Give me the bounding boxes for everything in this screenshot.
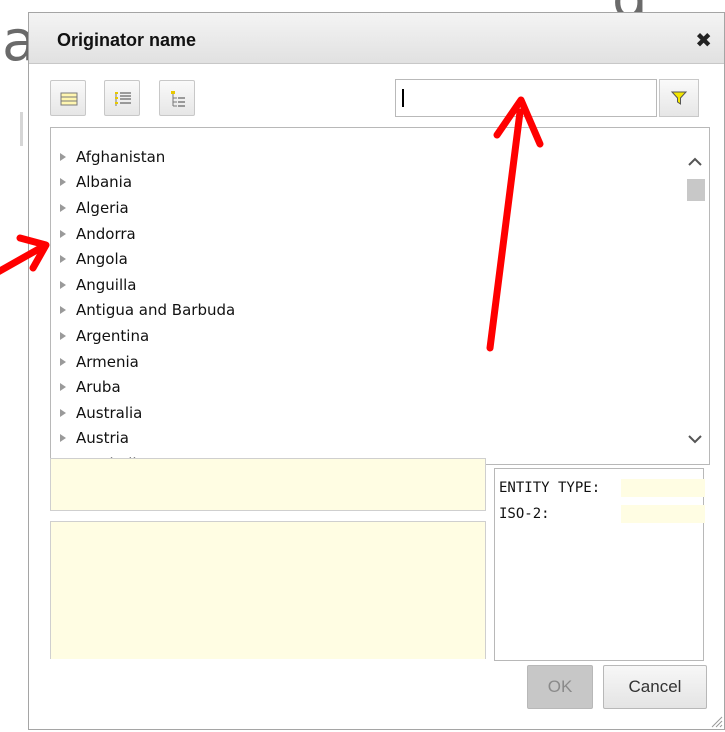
expand-arrow-icon[interactable] [60,434,66,443]
expand-arrow-icon[interactable] [60,383,66,392]
search-field[interactable] [395,79,657,117]
expand-arrow-icon[interactable] [60,152,66,161]
entity-type-label: ENTITY TYPE: [499,480,601,496]
expand-list-icon [115,92,131,106]
iso2-label: ISO-2: [499,506,550,522]
tree-view-button[interactable] [159,80,195,116]
dialog-title: Originator name [57,30,197,50]
expand-arrow-icon[interactable] [60,178,66,187]
expand-arrow-icon[interactable] [60,203,66,212]
iso2-row: ISO-2: [499,505,550,523]
tree-item[interactable]: Anguilla [51,272,137,298]
filter-icon [671,91,687,105]
entity-type-row: ENTITY TYPE: [499,479,600,497]
tree-item[interactable]: Antigua and Barbuda [51,298,235,324]
entity-type-value [621,479,705,497]
tree-item-label: Albania [76,173,133,192]
collapse-all-button[interactable] [50,80,86,116]
expand-arrow-icon[interactable] [60,331,66,340]
expand-arrow-icon[interactable] [60,357,66,366]
tree-item-label: Algeria [76,198,129,217]
entity-details-panel: ENTITY TYPE: ISO-2: [494,468,705,661]
tree-view-icon [171,91,185,107]
dialog-titlebar[interactable]: Originator name ✖ [29,13,724,64]
tree-item[interactable]: Angola [51,246,128,272]
tree-item[interactable]: Andorra [51,221,136,247]
background-divider [20,112,23,146]
tree-item-label: Argentina [76,326,150,345]
originator-dialog: Originator name ✖ Afghanistan Albania Al… [28,12,725,730]
tree-item[interactable]: Armenia [51,349,139,375]
cancel-button[interactable]: Cancel [603,665,707,709]
scroll-down-icon[interactable] [687,431,703,447]
search-input[interactable] [396,80,656,116]
country-tree[interactable]: Afghanistan Albania Algeria Andorra Angola An… [50,127,710,465]
tree-item[interactable]: Aruba [51,374,121,400]
tree-item-label: Aruba [76,378,121,397]
iso2-value [621,505,705,523]
tree-item-label: Angola [76,250,128,269]
tree-item-label: Australia [76,403,143,422]
tree-item[interactable]: Algeria [51,195,129,221]
scroll-up-icon[interactable] [687,154,703,170]
close-icon[interactable]: ✖ [695,28,712,52]
collapse-all-icon [60,92,78,106]
expand-arrow-icon[interactable] [60,280,66,289]
expand-arrow-icon[interactable] [60,306,66,315]
expand-arrow-icon[interactable] [60,229,66,238]
scroll-thumb[interactable] [687,179,705,201]
tree-item-label: Anguilla [76,275,137,294]
tree-item-label: Austria [76,429,129,448]
tree-item[interactable]: Afghanistan [51,144,165,170]
tree-item-label: Antigua and Barbuda [76,301,236,320]
selected-name-field[interactable] [50,458,486,511]
expand-arrow-icon[interactable] [60,408,66,417]
ok-button[interactable]: OK [527,665,593,709]
tree-scrollbar[interactable] [681,127,709,465]
tree-item[interactable]: Argentina [51,323,149,349]
filter-button[interactable] [659,79,699,117]
tree-item[interactable]: Albania [51,170,132,196]
description-area[interactable] [50,521,486,659]
expand-arrow-icon[interactable] [60,255,66,264]
tree-item-label: Andorra [76,224,136,243]
expand-list-button[interactable] [104,80,140,116]
tree-item-label: Armenia [76,352,139,371]
resize-grip-icon[interactable] [709,714,723,728]
tree-item[interactable]: Austria [51,426,129,452]
tree-item-label: Afghanistan [76,147,166,166]
tree-item[interactable]: Australia [51,400,142,426]
